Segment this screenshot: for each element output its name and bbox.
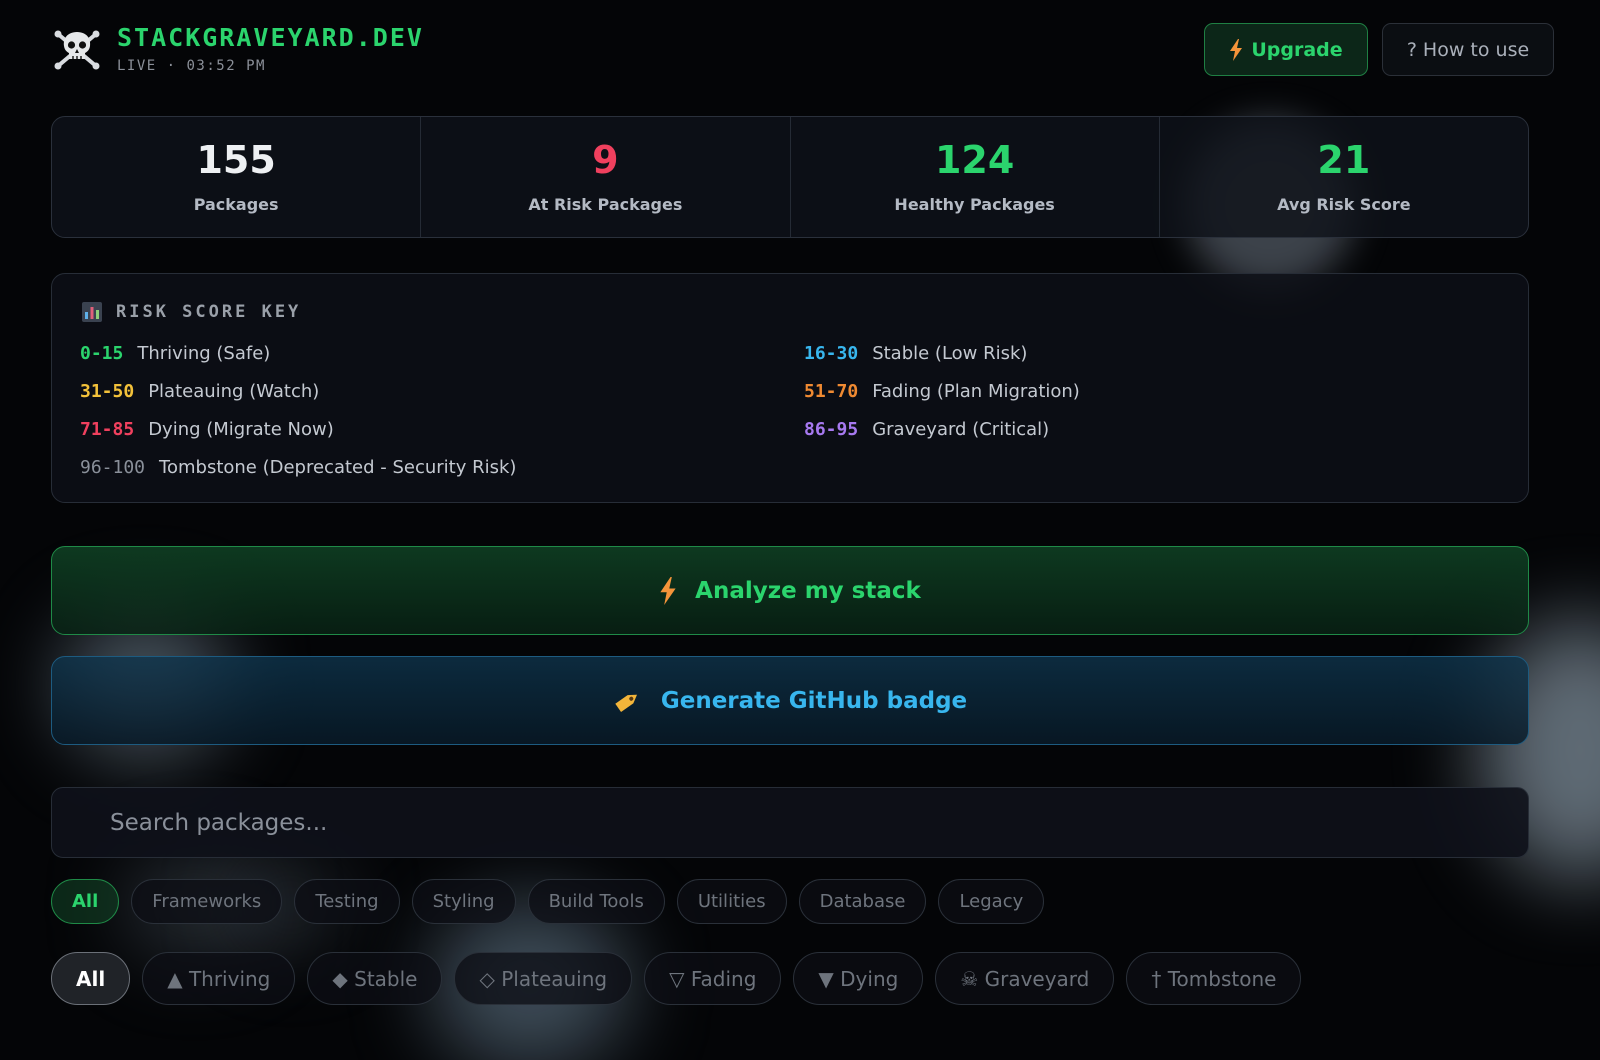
lightning-icon	[660, 576, 676, 605]
tag-icon	[615, 694, 637, 712]
upgrade-button[interactable]: Upgrade	[1204, 23, 1368, 76]
search-input[interactable]	[52, 788, 1528, 857]
live-status: LIVE · 03:52 PM	[117, 57, 266, 74]
status-filters: All ▲ Thriving ◆ Stable ◇ Plateauing ▽ F…	[51, 952, 1302, 1005]
how-to-use-label: ? How to use	[1406, 38, 1530, 61]
stat-value: 9	[592, 137, 619, 182]
risk-label: Plateauing (Watch)	[148, 381, 320, 402]
risk-key-title-text: RISK SCORE KEY	[116, 302, 302, 322]
risk-label: Stable (Low Risk)	[872, 343, 1028, 364]
category-filter-styling[interactable]: Styling	[411, 879, 516, 924]
stat-packages: 155 Packages	[52, 117, 422, 237]
search-box	[51, 787, 1529, 858]
category-filter-frameworks[interactable]: Frameworks	[131, 879, 283, 924]
risk-range: 51-70	[804, 381, 859, 402]
header: STACKGRAVEYARD.DEV LIVE · 03:52 PM Upgra…	[51, 22, 1560, 78]
lightning-icon	[1230, 38, 1243, 61]
risk-label: Graveyard (Critical)	[872, 419, 1050, 440]
stat-value: 155	[196, 137, 276, 182]
risk-key-item: 86-95 Graveyard (Critical)	[804, 419, 1049, 440]
risk-key-item: 31-50 Plateauing (Watch)	[80, 381, 319, 402]
risk-label: Dying (Migrate Now)	[148, 419, 334, 440]
status-filter-plateauing[interactable]: ◇ Plateauing	[454, 952, 633, 1005]
stat-label: Healthy Packages	[894, 194, 1055, 214]
analyze-stack-button[interactable]: Analyze my stack	[51, 546, 1529, 635]
upgrade-label: Upgrade	[1251, 38, 1343, 61]
status-filter-tombstone[interactable]: † Tombstone	[1126, 952, 1302, 1005]
category-filters: All Frameworks Testing Styling Build Too…	[51, 879, 1045, 924]
how-to-use-button[interactable]: ? How to use	[1382, 23, 1554, 76]
stat-avg-risk: 21 Avg Risk Score	[1160, 117, 1528, 237]
risk-key-item: 51-70 Fading (Plan Migration)	[804, 381, 1080, 402]
risk-score-key: RISK SCORE KEY 0-15 Thriving (Safe) 16-3…	[51, 273, 1529, 503]
status-filter-all[interactable]: All	[51, 952, 131, 1005]
category-filter-testing[interactable]: Testing	[294, 879, 400, 924]
category-filter-all[interactable]: All	[51, 879, 120, 924]
risk-label: Tombstone (Deprecated - Security Risk)	[159, 457, 517, 478]
brand[interactable]: STACKGRAVEYARD.DEV LIVE · 03:52 PM	[51, 22, 424, 74]
stats-panel: 155 Packages 9 At Risk Packages 124 Heal…	[51, 116, 1529, 238]
status-filter-dying[interactable]: ▼ Dying	[793, 952, 924, 1005]
status-filter-fading[interactable]: ▽ Fading	[644, 952, 782, 1005]
status-filter-graveyard[interactable]: ☠ Graveyard	[935, 952, 1115, 1005]
stat-at-risk: 9 At Risk Packages	[421, 117, 791, 237]
risk-key-item: 71-85 Dying (Migrate Now)	[80, 419, 334, 440]
risk-range: 86-95	[804, 419, 859, 440]
stat-value: 21	[1317, 137, 1371, 182]
risk-range: 16-30	[804, 343, 859, 364]
category-filter-legacy[interactable]: Legacy	[938, 879, 1045, 924]
stat-value: 124	[934, 137, 1015, 182]
category-filter-utilities[interactable]: Utilities	[676, 879, 787, 924]
generate-badge-label: Generate GitHub badge	[660, 687, 968, 714]
bar-chart-icon	[82, 302, 102, 322]
stat-healthy: 124 Healthy Packages	[791, 117, 1160, 237]
brand-title: STACKGRAVEYARD.DEV	[117, 22, 424, 52]
risk-label: Fading (Plan Migration)	[872, 381, 1080, 402]
status-filter-stable[interactable]: ◆ Stable	[307, 952, 443, 1005]
risk-key-item: 16-30 Stable (Low Risk)	[804, 343, 1027, 364]
generate-badge-button[interactable]: Generate GitHub badge	[51, 656, 1529, 745]
risk-range: 0-15	[80, 343, 124, 364]
stat-label: Packages	[193, 194, 279, 214]
category-filter-build-tools[interactable]: Build Tools	[527, 879, 665, 924]
risk-key-title: RISK SCORE KEY	[82, 302, 301, 322]
category-filter-database[interactable]: Database	[798, 879, 927, 924]
risk-key-item: 0-15 Thriving (Safe)	[80, 343, 270, 364]
skull-crossbones-icon	[54, 30, 100, 70]
risk-range: 31-50	[80, 381, 135, 402]
analyze-stack-label: Analyze my stack	[695, 577, 921, 604]
risk-key-item: 96-100 Tombstone (Deprecated - Security …	[80, 457, 516, 478]
stat-label: At Risk Packages	[528, 194, 683, 214]
risk-label: Thriving (Safe)	[137, 343, 271, 364]
risk-range: 96-100	[80, 457, 146, 478]
stat-label: Avg Risk Score	[1277, 194, 1411, 214]
risk-range: 71-85	[80, 419, 135, 440]
status-filter-thriving[interactable]: ▲ Thriving	[142, 952, 296, 1005]
